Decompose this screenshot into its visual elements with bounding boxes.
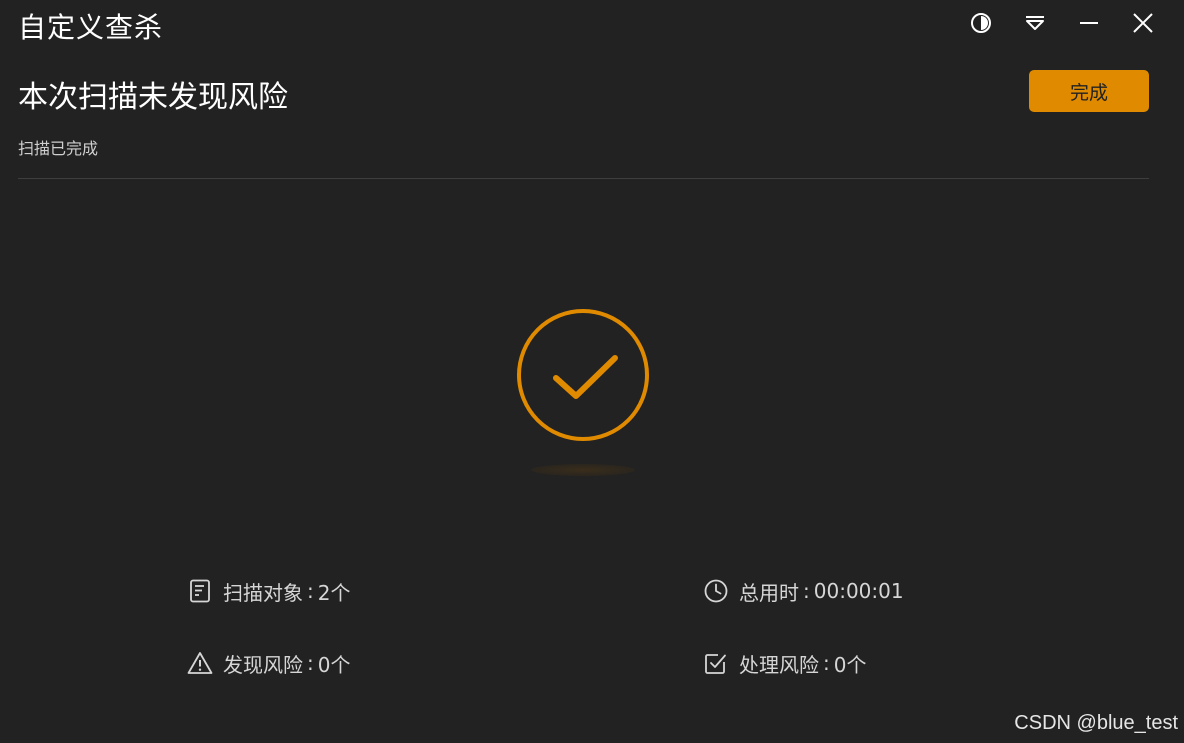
stat-label: 处理风险 [739,652,819,677]
minimize-icon [1080,22,1098,24]
theme-toggle-button[interactable] [954,6,1008,40]
stat-separator: : [307,579,314,603]
stat-separator: : [307,651,314,675]
half-circle-contrast-icon [971,13,991,33]
minimize-button[interactable] [1062,6,1116,40]
stat-total-time: 总用时 : 00:00:01 [703,576,904,606]
stat-separator: : [823,651,830,675]
titlebar: 自定义查杀 [0,0,1184,46]
stat-scan-objects: 扫描对象 : 2个 [187,576,350,606]
stat-value: 00:00:01 [813,579,904,603]
stat-label: 扫描对象 [223,580,303,605]
window-controls [954,6,1170,40]
app-title: 自定义查杀 [18,11,164,44]
check-circle-icon [517,309,649,476]
scan-result-window: 自定义查杀 本次扫描未发现风险 完成 扫描已完成 扫描对象: 2个 总用时:… [0,0,1184,743]
done-button[interactable]: 完成 [1029,70,1149,112]
stat-value: 2个 [317,580,351,605]
stat-label: 发现风险 [223,652,303,677]
checkbox-icon [703,650,729,676]
stat-separator: : [803,579,810,603]
warning-icon [187,650,213,676]
stat-value: 0个 [833,652,867,677]
stat-label: 总用时 [739,580,799,605]
clock-icon [703,578,729,604]
document-icon [187,578,213,604]
dropdown-menu-icon [1026,16,1044,30]
scan-status-text: 扫描已完成 [18,139,99,158]
stat-value: 0个 [317,652,351,677]
stat-risks-handled: 处理风险 : 0个 [703,648,866,678]
watermark: CSDN @blue_test [1014,712,1178,734]
close-button[interactable] [1116,6,1170,40]
page-title: 本次扫描未发现风险 [18,80,288,115]
close-icon [1133,13,1153,33]
header-divider [18,178,1149,179]
result-status-graphic [508,300,658,485]
menu-button[interactable] [1008,6,1062,40]
stat-risks-found: 发现风险 : 0个 [187,648,350,678]
